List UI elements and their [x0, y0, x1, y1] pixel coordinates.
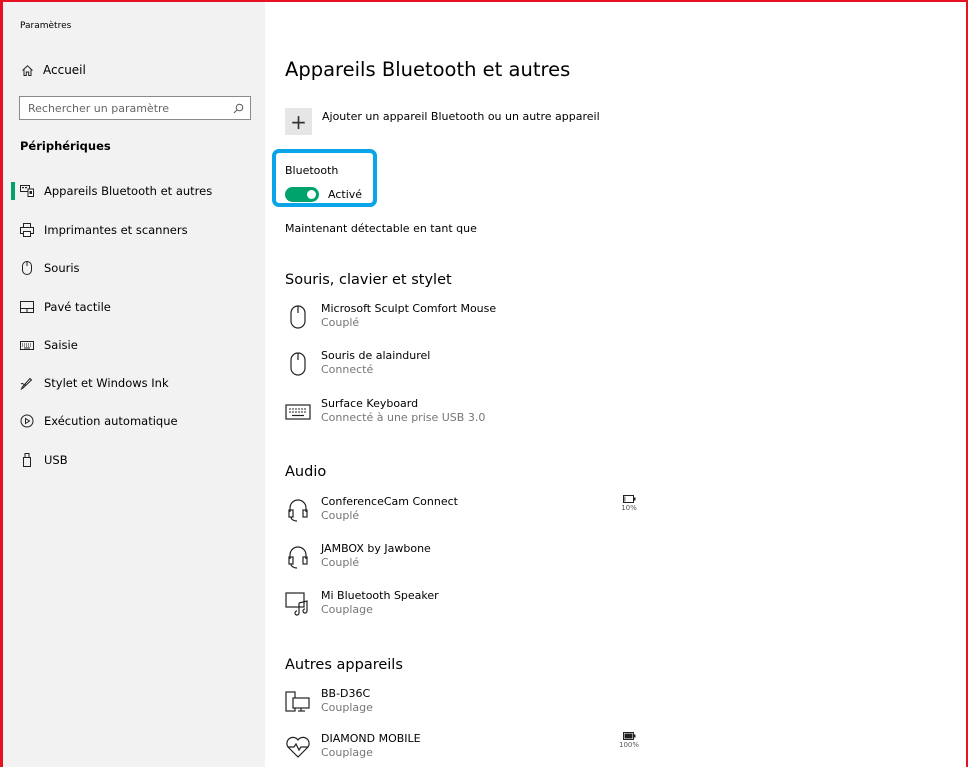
- add-device-row[interactable]: + Ajouter un appareil Bluetooth ou un au…: [285, 106, 600, 135]
- device-item[interactable]: DIAMOND MOBILE Couplage 100%: [285, 732, 925, 768]
- sidebar-item-label: Exécution automatique: [44, 414, 178, 428]
- search-icon[interactable]: [233, 99, 244, 118]
- sidebar: Paramètres Accueil Périphériques Apparei…: [3, 2, 265, 767]
- heart-rate-icon: [285, 734, 311, 760]
- device-status: Couplage: [321, 603, 373, 616]
- group-title-audio: Audio: [285, 464, 327, 480]
- discoverable-text: Maintenant détectable en tant que: [285, 222, 477, 235]
- mouse-icon: [285, 351, 311, 377]
- search-input[interactable]: [28, 101, 233, 115]
- sidebar-item-typing[interactable]: Saisie: [13, 332, 263, 358]
- device-item[interactable]: JAMBOX by Jawbone Couplé: [285, 542, 925, 578]
- device-item[interactable]: ConferenceCam Connect Couplé 10%: [285, 495, 925, 531]
- device-item[interactable]: Microsoft Sculpt Comfort Mouse Couplé: [285, 302, 925, 338]
- device-status: Connecté: [321, 363, 374, 376]
- sidebar-item-label: Imprimantes et scanners: [44, 223, 188, 237]
- group-title-other-devices: Autres appareils: [285, 657, 403, 673]
- device-status: Couplage: [321, 701, 373, 714]
- keyboard-icon: [20, 338, 34, 352]
- add-device-label[interactable]: Ajouter un appareil Bluetooth ou un autr…: [322, 110, 600, 135]
- toggle-knob: [307, 190, 316, 199]
- nav-home[interactable]: Accueil: [20, 60, 86, 80]
- sidebar-item-label: Saisie: [44, 338, 78, 352]
- device-status: Couplé: [321, 556, 360, 569]
- device-name: Surface Keyboard: [321, 397, 419, 410]
- device-status: Couplage: [321, 746, 373, 759]
- battery-percent: 100%: [618, 741, 639, 749]
- sidebar-item-bluetooth[interactable]: Appareils Bluetooth et autres: [11, 178, 263, 204]
- sidebar-item-usb[interactable]: USB: [13, 447, 263, 473]
- battery-indicator: 10%: [615, 495, 643, 512]
- bluetooth-devices-icon: [20, 184, 34, 198]
- sidebar-item-mouse[interactable]: Souris: [13, 255, 263, 281]
- group-title-input-devices: Souris, clavier et stylet: [285, 272, 452, 288]
- nav-home-label: Accueil: [43, 63, 86, 77]
- sidebar-item-label: USB: [44, 453, 68, 467]
- device-status: Couplé: [321, 316, 360, 329]
- battery-percent: 10%: [621, 504, 637, 512]
- bluetooth-toggle[interactable]: [285, 187, 319, 202]
- device-item[interactable]: Mi Bluetooth Speaker Couplage: [285, 589, 925, 625]
- headset-icon: [285, 497, 311, 523]
- section-title: Périphériques: [20, 139, 111, 153]
- mouse-icon: [20, 261, 34, 275]
- keyboard-icon: [285, 399, 311, 425]
- printer-icon: [20, 223, 34, 237]
- device-name: JAMBOX by Jawbone: [321, 542, 431, 555]
- device-name: Microsoft Sculpt Comfort Mouse: [321, 302, 497, 315]
- device-name: ConferenceCam Connect: [321, 495, 458, 508]
- sidebar-item-autoplay[interactable]: Exécution automatique: [13, 408, 263, 434]
- device-name: BB-D36C: [321, 687, 371, 700]
- sidebar-item-label: Appareils Bluetooth et autres: [44, 184, 213, 198]
- bluetooth-label: Bluetooth: [285, 164, 339, 177]
- search-box[interactable]: [19, 96, 251, 120]
- sidebar-item-label: Pavé tactile: [44, 300, 111, 314]
- mouse-icon: [285, 304, 311, 330]
- sidebar-item-pen[interactable]: Stylet et Windows Ink: [13, 370, 263, 396]
- home-icon: [20, 63, 34, 77]
- sidebar-item-label: Souris: [44, 261, 80, 275]
- device-status: Couplé: [321, 509, 360, 522]
- battery-icon: [622, 495, 635, 503]
- page-title: Appareils Bluetooth et autres: [285, 58, 571, 81]
- device-item[interactable]: Souris de alaindurel Connecté: [285, 349, 925, 385]
- sidebar-item-label: Stylet et Windows Ink: [44, 376, 169, 390]
- main-content: Appareils Bluetooth et autres + Ajouter …: [265, 2, 966, 767]
- sidebar-item-touchpad[interactable]: Pavé tactile: [13, 294, 263, 320]
- touchpad-icon: [20, 300, 34, 314]
- add-icon: +: [290, 109, 307, 134]
- device-name: DIAMOND MOBILE: [321, 732, 421, 745]
- device-item[interactable]: Surface Keyboard Connecté à une prise US…: [285, 397, 925, 433]
- speaker-icon: [285, 591, 311, 617]
- headset-icon: [285, 544, 311, 570]
- pen-icon: [20, 376, 34, 390]
- computer-icon: [285, 689, 311, 715]
- battery-indicator: 100%: [615, 732, 643, 749]
- add-device-button[interactable]: +: [285, 108, 312, 135]
- sidebar-item-printers[interactable]: Imprimantes et scanners: [13, 217, 263, 243]
- device-status: Connecté à une prise USB 3.0: [321, 411, 486, 424]
- autoplay-icon: [20, 414, 34, 428]
- battery-icon: [622, 732, 635, 740]
- bluetooth-state: Activé: [328, 188, 363, 201]
- device-name: Souris de alaindurel: [321, 349, 431, 362]
- app-title: Paramètres: [20, 21, 72, 31]
- device-item[interactable]: BB-D36C Couplage: [285, 687, 925, 723]
- device-name: Mi Bluetooth Speaker: [321, 589, 439, 602]
- usb-icon: [20, 453, 34, 467]
